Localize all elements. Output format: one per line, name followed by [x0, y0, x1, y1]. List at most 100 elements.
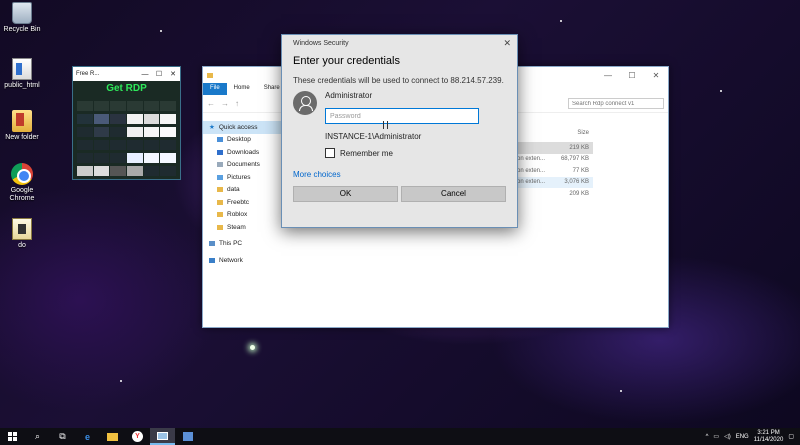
start-button[interactable] — [0, 428, 25, 445]
maximize-button[interactable]: ☐ — [152, 70, 166, 78]
download-icon — [217, 149, 223, 155]
sidebar-item-downloads[interactable]: Downloads — [203, 146, 285, 159]
star — [720, 90, 722, 92]
list-item[interactable]: 209 KB — [513, 188, 593, 200]
dialog-subtext: These credentials will be used to connec… — [293, 76, 504, 85]
sidebar-item-label: Downloads — [227, 148, 260, 156]
dialog-buttons: OK Cancel — [282, 179, 517, 202]
cancel-button[interactable]: Cancel — [401, 186, 506, 202]
file-type: on exten... — [517, 167, 546, 174]
sidebar-item-desktop[interactable]: Desktop — [203, 134, 285, 147]
desktop-icon-do[interactable]: do — [0, 218, 44, 250]
sidebar-item-network[interactable]: Network — [203, 254, 285, 267]
dialog-heading: Enter your credentials — [293, 55, 400, 67]
file-list: Size 219 KB on exten... 68,797 KB on exte… — [513, 130, 593, 200]
sidebar-item-label: Freebtc — [227, 198, 250, 206]
list-item[interactable]: 219 KB — [513, 142, 593, 154]
maximize-button[interactable]: ☐ — [620, 71, 644, 80]
search-input[interactable] — [568, 98, 664, 109]
minimize-button[interactable]: — — [138, 71, 152, 78]
desktop-icon-public-html[interactable]: public_html — [0, 58, 44, 90]
free-rdp-title: Free R... — [76, 71, 100, 77]
notifications-icon[interactable]: ▢ — [788, 433, 794, 440]
domain-user-label: INSTANCE-1\Administrator — [325, 132, 422, 141]
folder-icon — [217, 199, 223, 205]
sidebar-item-freebtc[interactable]: Freebtc — [203, 196, 285, 209]
remember-me-option[interactable]: Remember me — [325, 148, 506, 158]
minimize-button[interactable]: — — [596, 71, 620, 80]
remember-me-checkbox[interactable] — [325, 148, 335, 158]
task-view-icon[interactable]: ⧉ — [50, 428, 75, 445]
document-icon — [217, 162, 223, 168]
taskbar: ⌕ ⧉ e Y ^ ▭ ◁) ENG 3:21 PM 11/14/2020 ▢ — [0, 428, 800, 445]
sidebar-item-quick-access[interactable]: ★ Quick access — [203, 121, 285, 134]
file-type: on exten... — [517, 179, 546, 186]
volume-icon[interactable]: ◁) — [724, 433, 731, 440]
desktop-icon-recycle-bin[interactable]: Recycle Bin — [0, 2, 44, 34]
desktop-icon-chrome[interactable]: Google Chrome — [0, 163, 44, 203]
tab-home[interactable]: Home — [227, 83, 257, 95]
back-arrow-icon[interactable]: ← — [207, 99, 215, 108]
clock[interactable]: 3:21 PM 11/14/2020 — [754, 430, 784, 444]
security-taskbar-icon[interactable] — [175, 428, 200, 445]
sidebar-item-label: Network — [219, 256, 243, 264]
list-item[interactable]: on exten... 68,797 KB — [513, 154, 593, 166]
text-cursor-icon — [383, 121, 388, 129]
yandex-browser-icon[interactable]: Y — [125, 428, 150, 445]
file-explorer-taskbar-icon[interactable] — [100, 428, 125, 445]
sidebar-item-this-pc[interactable]: This PC — [203, 238, 285, 251]
file-icon — [12, 218, 32, 240]
star — [120, 380, 122, 382]
more-choices-link[interactable]: More choices — [282, 158, 517, 179]
recycle-bin-icon — [12, 2, 32, 24]
search-icon[interactable]: ⌕ — [25, 428, 50, 445]
desktop-icon-new-folder[interactable]: New folder — [0, 110, 44, 142]
clock-date: 11/14/2020 — [753, 436, 784, 443]
close-icon[interactable]: ✕ — [503, 38, 511, 49]
sidebar-item-label: Desktop — [227, 136, 251, 144]
star — [160, 30, 162, 32]
sidebar-item-pictures[interactable]: Pictures — [203, 171, 285, 184]
ok-button[interactable]: OK — [293, 186, 398, 202]
folder-icon — [217, 224, 223, 230]
picture-icon — [217, 174, 223, 180]
star — [620, 390, 622, 392]
user-section: Administrator INSTANCE-1\Administrator R… — [282, 85, 517, 158]
dialog-titlebar[interactable]: Windows Security ✕ — [282, 35, 517, 51]
list-item[interactable]: on exten... 3,076 KB — [513, 176, 593, 188]
password-field[interactable] — [325, 108, 479, 124]
sidebar-item-steam[interactable]: Steam — [203, 221, 285, 234]
network-tray-icon[interactable]: ▭ — [713, 433, 719, 440]
desktop-icon-label: Recycle Bin — [3, 26, 41, 33]
tab-file[interactable]: File — [203, 83, 227, 95]
folder-icon — [207, 72, 213, 78]
free-rdp-titlebar[interactable]: Free R... — ☐ ✕ — [73, 67, 180, 81]
folder-icon — [12, 110, 32, 132]
sidebar-item-label: Quick access — [218, 123, 258, 131]
sidebar-item-data[interactable]: data — [203, 184, 285, 197]
chevron-up-icon[interactable]: ^ — [706, 434, 709, 440]
username-label: Administrator — [325, 91, 373, 100]
edge-icon[interactable]: e — [75, 428, 100, 445]
credentials-dialog[interactable]: Windows Security ✕ Enter your credential… — [281, 34, 518, 228]
remote-desktop-taskbar-icon[interactable] — [150, 428, 175, 445]
close-button[interactable]: ✕ — [644, 71, 668, 80]
close-button[interactable]: ✕ — [166, 70, 180, 78]
folder-icon — [217, 212, 223, 218]
rdp-content — [73, 97, 180, 183]
sidebar-item-roblox[interactable]: Roblox — [203, 209, 285, 222]
bright-star — [250, 345, 255, 350]
language-indicator[interactable]: ENG — [736, 434, 749, 440]
folder-icon — [217, 187, 223, 193]
computer-icon — [209, 241, 215, 247]
up-arrow-icon[interactable]: ↑ — [235, 99, 239, 108]
chrome-icon — [11, 163, 33, 185]
navigation-pane: ★ Quick access Desktop Downloads Documen… — [203, 121, 285, 267]
forward-arrow-icon[interactable]: → — [221, 99, 229, 108]
desktop-icon — [217, 137, 223, 143]
sidebar-item-documents[interactable]: Documents — [203, 159, 285, 172]
list-item[interactable]: on exten... 77 KB — [513, 165, 593, 177]
column-header-size[interactable]: Size — [513, 130, 593, 142]
get-rdp-heading: Get RDP — [106, 83, 147, 94]
free-rdp-window[interactable]: Free R... — ☐ ✕ Get RDP — [72, 66, 181, 180]
